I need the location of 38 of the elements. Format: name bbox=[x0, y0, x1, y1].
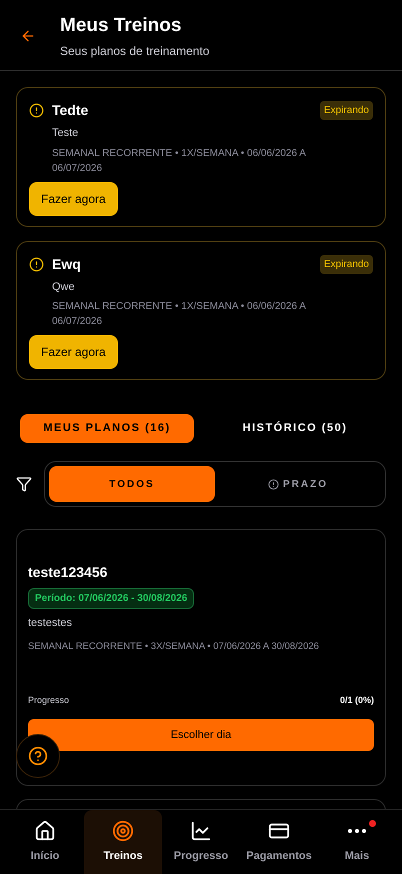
alert-icon bbox=[29, 103, 44, 118]
nav-item[interactable]: Mais bbox=[318, 810, 396, 874]
back-icon bbox=[20, 28, 36, 44]
alert-icon bbox=[29, 256, 44, 272]
status-badge: Expirando bbox=[320, 101, 373, 120]
nav-item[interactable]: Progresso bbox=[162, 810, 240, 874]
tab[interactable]: MEUS PLANOS (16) bbox=[20, 414, 194, 443]
period-badge: Período: 07/06/2026 - 30/08/2026 bbox=[28, 588, 194, 609]
alert-title: Ewq bbox=[52, 254, 81, 274]
progress-label: Progresso bbox=[28, 694, 70, 707]
plan-meta: SEMANAL RECORRENTE • 3X/SEMANA • 07/06/2026 A 30/08/2026 bbox=[28, 640, 320, 654]
alert-meta: SEMANAL RECORRENTE • 1X/SEMANA • 06/06/2026 A 06/07/2026 bbox=[52, 146, 307, 176]
more-icon bbox=[348, 828, 366, 833]
plan-title: teste123456 bbox=[28, 563, 108, 582]
nav-item[interactable]: Pagamentos bbox=[240, 810, 318, 874]
alert-description: Teste bbox=[52, 126, 80, 141]
nav-item[interactable]: Treinos bbox=[84, 810, 162, 874]
help-icon bbox=[28, 746, 48, 766]
page-title: Meus Treinos bbox=[60, 14, 182, 38]
choose-day-button[interactable]: Escolher dia bbox=[28, 719, 374, 752]
home-icon bbox=[34, 820, 56, 842]
do-now-button[interactable]: Fazer agora bbox=[29, 335, 118, 369]
nav-item[interactable]: Início bbox=[6, 810, 84, 874]
alert-meta: SEMANAL RECORRENTE • 1X/SEMANA • 06/06/2026 A 06/07/2026 bbox=[52, 300, 307, 329]
page-subtitle: Seus planos de treinamento bbox=[60, 43, 210, 60]
do-now-button[interactable]: Fazer agora bbox=[29, 182, 118, 216]
filter-icon[interactable] bbox=[16, 476, 32, 492]
filter-option[interactable]: TODOS bbox=[49, 466, 215, 502]
status-badge: Expirando bbox=[320, 254, 373, 274]
progress-value: 0/1 (0%) bbox=[340, 694, 374, 707]
tab[interactable]: HISTÓRICO (50) bbox=[208, 414, 382, 443]
filter-option[interactable]: PRAZO bbox=[215, 466, 381, 502]
plan-description: testestes bbox=[28, 616, 74, 631]
help-button[interactable] bbox=[16, 734, 60, 778]
chart-icon bbox=[190, 820, 212, 842]
alert-title: Tedte bbox=[52, 101, 88, 120]
target-icon bbox=[112, 820, 134, 842]
alert-description: Qwe bbox=[52, 280, 76, 294]
